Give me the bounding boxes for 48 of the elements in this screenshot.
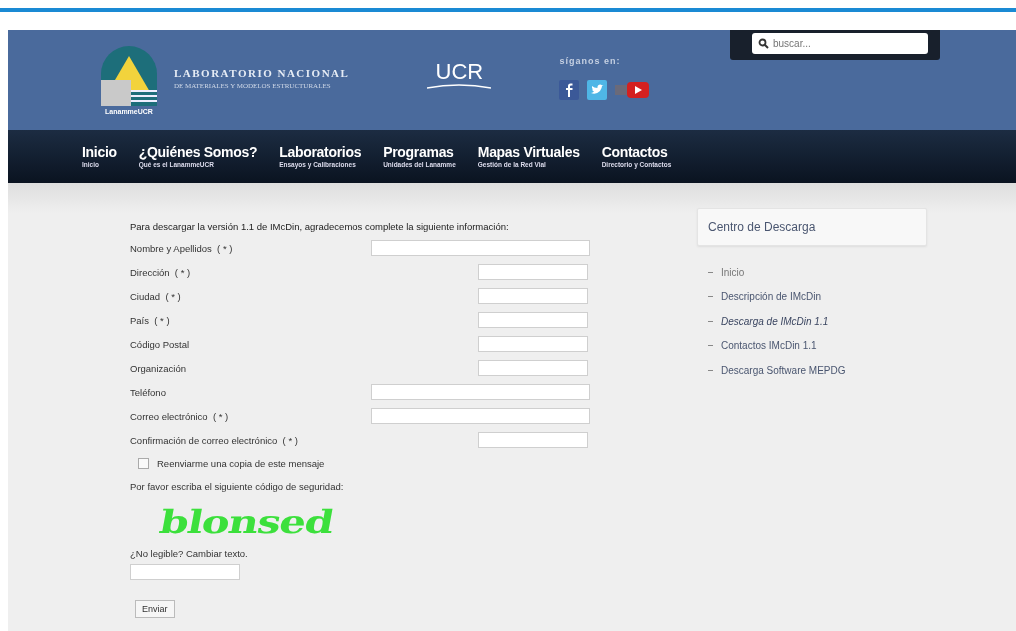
field-label: Correo electrónico ( * )	[130, 410, 229, 422]
sidebar-link[interactable]: Descripción de IMcDin	[721, 291, 822, 303]
sidebar-link[interactable]: Descarga de IMcDin 1.1	[721, 315, 829, 327]
nav-link[interactable]: ¿Quiénes Somos?	[138, 144, 258, 160]
sidebar-link[interactable]: Contactos IMcDin 1.1	[721, 340, 817, 352]
captcha-text: blonsed	[156, 502, 337, 542]
input-field[interactable]	[478, 288, 588, 304]
search-field[interactable]: buscar...	[752, 33, 928, 54]
change-text-link[interactable]: ¿No legible? Cambiar texto.	[130, 548, 248, 559]
field-label: Nombre y Apellidos ( * )	[130, 242, 233, 254]
input-field[interactable]	[371, 240, 590, 256]
field-label: Dirección ( * )	[130, 266, 191, 278]
checkbox[interactable]	[138, 458, 149, 469]
captcha-field[interactable]	[130, 564, 240, 580]
lab-name: LABORATORIO NACIONAL	[174, 67, 350, 79]
field-label: Código Postal	[130, 338, 190, 350]
checkbox-label: Reenviarme una copia de este mensaje	[157, 458, 325, 469]
input-field[interactable]	[478, 312, 588, 328]
nav-link[interactable]: Programas	[383, 144, 456, 160]
sidebar-link[interactable]: Inicio	[721, 266, 745, 278]
logo-icon	[98, 44, 160, 106]
bird-icon[interactable]	[587, 80, 608, 100]
follow-label: síganos en:	[559, 56, 622, 66]
search-icon	[758, 38, 769, 49]
input-field[interactable]	[478, 264, 588, 280]
input-field[interactable]	[478, 360, 588, 376]
facebook-icon[interactable]	[559, 80, 580, 100]
sidebar-title: Centro de Descarga	[708, 220, 816, 234]
captcha-prompt: Por favor escriba el siguiente código de seguridad:	[130, 481, 344, 492]
field-label: Confirmación de correo electrónico ( * )	[130, 434, 298, 446]
field-label: Teléfono	[130, 386, 166, 398]
sidebar-link[interactable]: Descarga Software MEPDG	[721, 364, 846, 376]
intro-text: Para descargar la versión 1.1 de IMcDin, agradecemos complete la siguiente información:	[130, 221, 509, 232]
video-icon[interactable]	[615, 80, 650, 100]
nav-link[interactable]: Contactos	[601, 144, 672, 160]
field-label: País ( * )	[130, 314, 170, 326]
input-field[interactable]	[478, 336, 588, 352]
field-label: Ciudad ( * )	[130, 290, 181, 302]
input-field[interactable]	[478, 432, 588, 448]
swoosh-icon	[427, 84, 492, 90]
field-label: Organización	[130, 362, 186, 374]
nav-link[interactable]: Laboratorios	[279, 144, 362, 160]
submit-button[interactable]: Enviar	[135, 600, 175, 618]
university-logo-text: UCR	[435, 60, 484, 84]
input-field[interactable]	[371, 384, 590, 400]
input-field[interactable]	[371, 408, 590, 424]
nav-link[interactable]: Inicio	[82, 144, 117, 160]
nav-link[interactable]: Mapas Virtuales	[477, 144, 580, 160]
